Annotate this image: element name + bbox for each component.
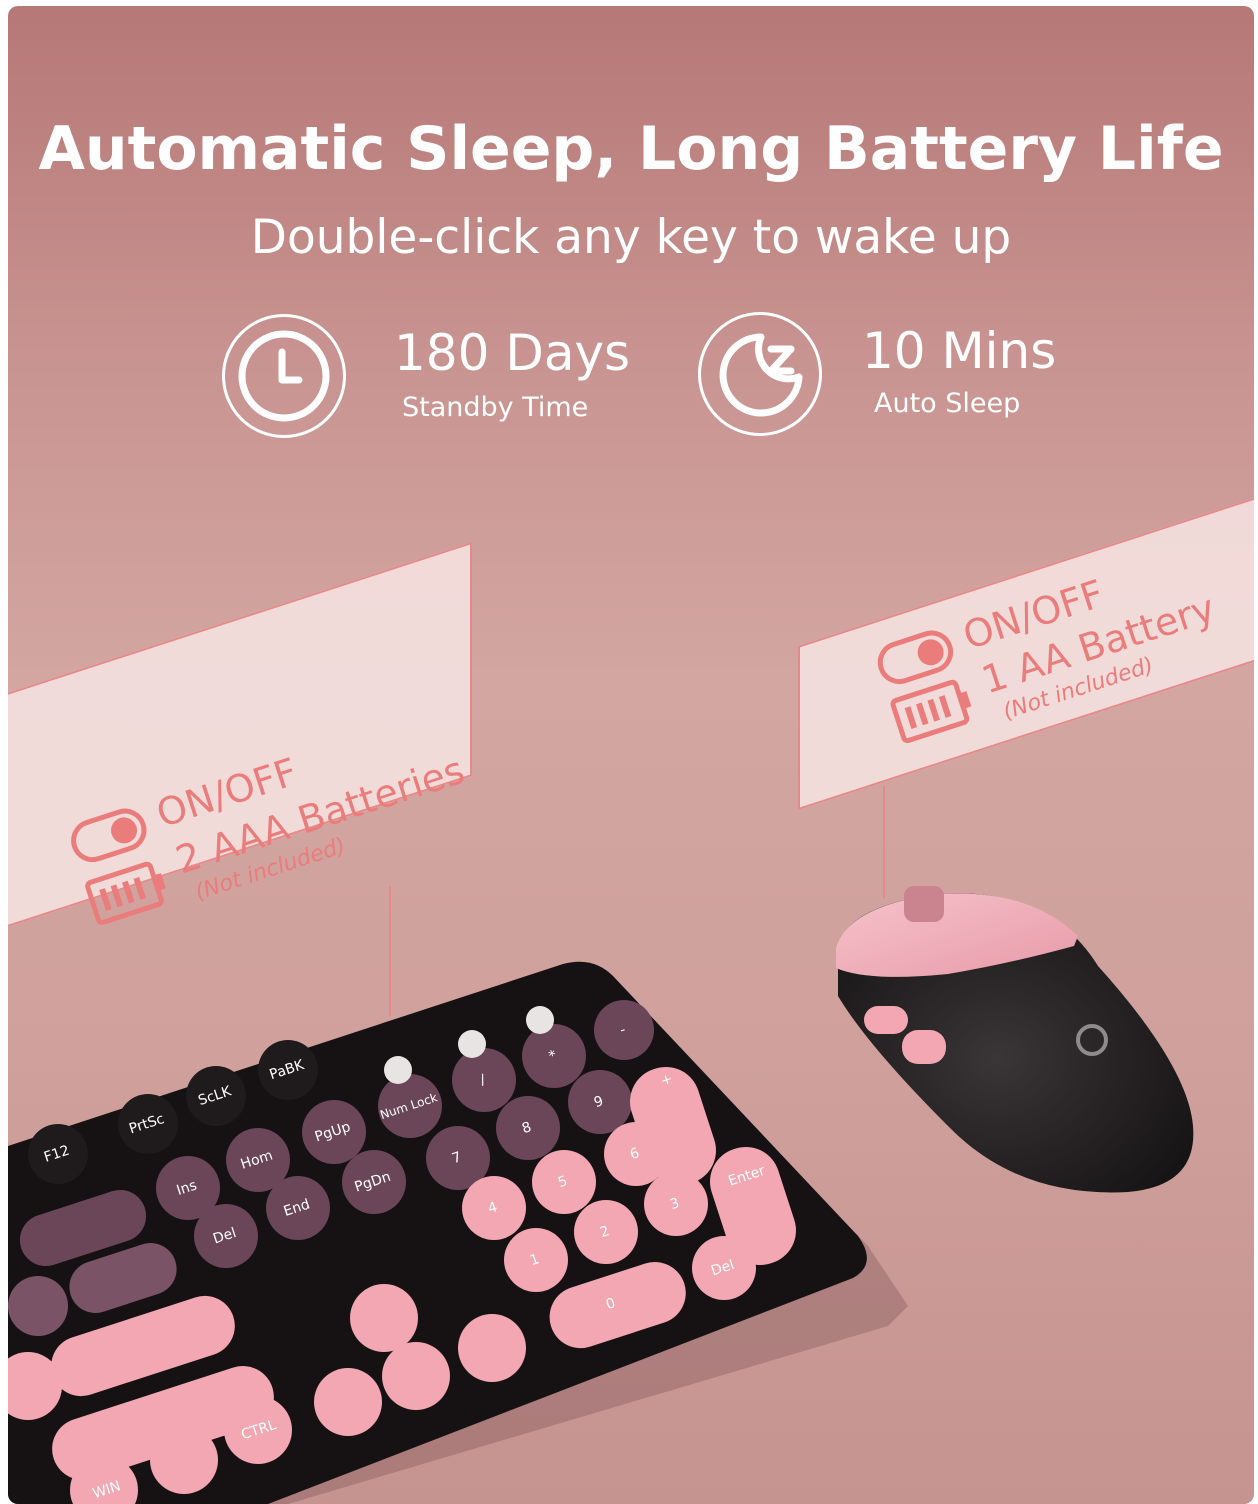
- wireless-mouse: [836, 886, 1194, 1193]
- product-photo: Automatic Sleep, Long Battery Life Doubl…: [8, 6, 1254, 1504]
